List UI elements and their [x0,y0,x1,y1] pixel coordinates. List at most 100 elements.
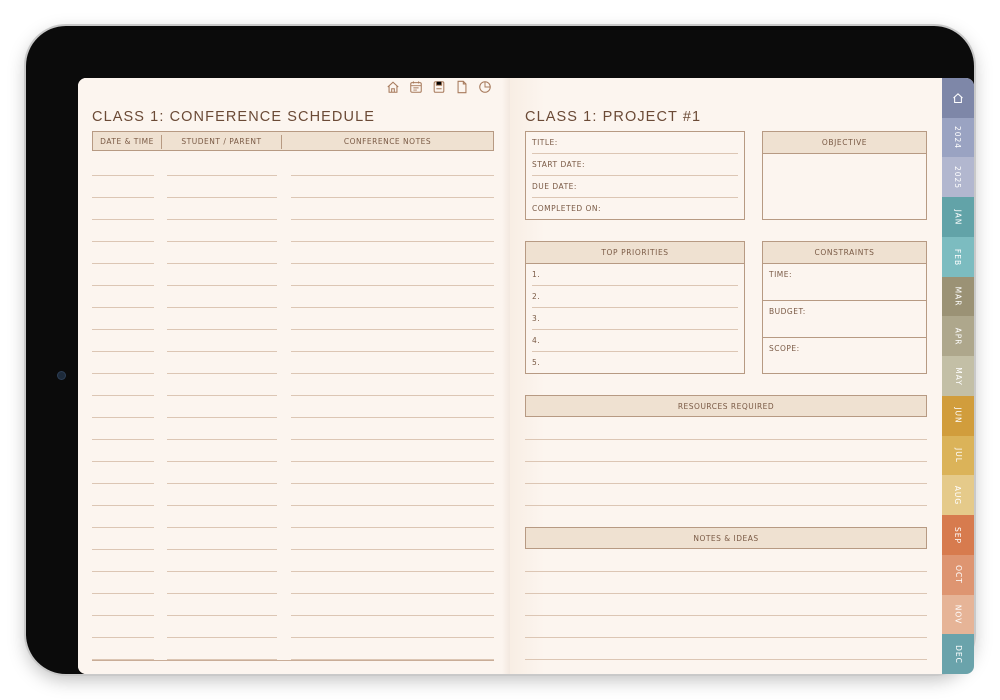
constraint-divider [763,300,926,301]
schedule-line [291,263,494,264]
field-completed-label: COMPLETED ON: [532,204,602,213]
resources-label: RESOURCES REQUIRED [677,402,775,411]
clock-icon[interactable] [478,80,492,94]
schedule-line [291,307,494,308]
priorities-box[interactable]: TOP PRIORITIES 1. 2. 3. 4. 5. [525,241,745,374]
schedule-line [167,373,277,374]
field-line [532,329,738,330]
schedule-line [291,593,494,594]
writing-line [525,483,927,484]
schedule-line [92,351,154,352]
tab-mar[interactable]: MAR [942,276,974,317]
side-tabs: 2024 2025 JAN FEB MAR APR MAY JUN JUL AUG SEP OCT NO… [942,78,974,674]
schedule-line [92,615,154,616]
field-line [532,307,738,308]
resources-header: RESOURCES REQUIRED [525,395,927,417]
schedule-line [167,439,277,440]
schedule-line [92,241,154,242]
constraint-scope-label: SCOPE: [769,344,800,353]
tab-dec[interactable]: DEC [942,634,974,674]
schedule-line [291,329,494,330]
schedule-line [291,549,494,550]
schedule-line [291,351,494,352]
priority-item-1: 1. [532,270,541,279]
field-line [532,285,738,286]
schedule-line [291,571,494,572]
writing-line [525,593,927,594]
writing-line [525,659,927,660]
tab-may[interactable]: MAY [942,356,974,397]
project-info-box[interactable]: TITLE: START DATE: DUE DATE: COMPLETED O… [525,131,745,220]
tab-feb[interactable]: FEB [942,236,974,278]
tab-label: OCT [953,565,963,585]
writing-line [525,571,927,572]
schedule-line [291,483,494,484]
schedule-line [167,483,277,484]
notes-header: NOTES & IDEAS [525,527,927,549]
column-header-date: DATE & TIME [100,137,154,146]
schedule-line [291,417,494,418]
schedule-line [167,351,277,352]
schedule-line [92,219,154,220]
schedule-line [92,593,154,594]
home-icon [953,93,963,104]
tab-label: NOV [953,604,963,625]
field-start-date-label: START DATE: [532,160,586,169]
camera [58,372,65,379]
tab-apr[interactable]: APR [942,316,974,357]
writing-line [525,505,927,506]
tab-2025[interactable]: 2025 [942,157,974,198]
page-title: CLASS 1: CONFERENCE SCHEDULE [92,109,375,125]
schedule-line [291,439,494,440]
schedule-line [291,615,494,616]
save-icon[interactable] [432,80,446,94]
tab-nov[interactable]: NOV [942,594,974,635]
schedule-line [167,549,277,550]
right-page: CLASS 1: PROJECT #1 TITLE: START DATE: D… [510,78,942,674]
tab-jul[interactable]: JUL [942,435,974,476]
constraints-header: CONSTRAINTS [763,242,926,264]
schedule-line [291,637,494,638]
schedule-line [92,373,154,374]
objective-box[interactable]: OBJECTIVE [762,131,927,220]
tab-label: MAR [953,286,963,307]
schedule-line [167,527,277,528]
tab-jun[interactable]: JUN [942,395,974,437]
priority-item-4: 4. [532,336,541,345]
tab-jan[interactable]: JAN [942,197,974,238]
left-page: CLASS 1: CONFERENCE SCHEDULE DATE & TIME… [78,78,510,674]
schedule-line [291,461,494,462]
column-header-notes: CONFERENCE NOTES [343,137,432,146]
tab-label: SEP [953,526,963,544]
constraint-time-label: TIME: [769,270,793,279]
tablet-frame: CLASS 1: CONFERENCE SCHEDULE DATE & TIME… [26,26,974,674]
schedule-line [167,505,277,506]
tab-aug[interactable]: AUG [942,475,974,516]
tab-sep[interactable]: SEP [942,515,974,556]
tab-oct[interactable]: OCT [942,554,974,596]
schedule-line [167,263,277,264]
priority-item-3: 3. [532,314,541,323]
tab-label: MAY [953,366,963,386]
schedule-line [92,571,154,572]
schedule-line [92,263,154,264]
schedule-line [291,175,494,176]
constraints-box[interactable]: CONSTRAINTS TIME: BUDGET: SCOPE: [762,241,927,374]
writing-line [525,637,927,638]
notes-label: NOTES & IDEAS [693,534,759,543]
schedule-line [92,329,154,330]
page-icon[interactable] [455,80,469,94]
calendar-icon[interactable] [409,80,423,94]
schedule-line [167,615,277,616]
schedule-line [92,549,154,550]
field-line [532,175,738,176]
tab-2024[interactable]: 2024 [942,117,974,158]
schedule-line [167,175,277,176]
home-icon[interactable] [386,80,400,94]
field-line [532,351,738,352]
writing-line [525,461,927,462]
tab-home[interactable] [942,78,974,119]
schedule-line [167,637,277,638]
schedule-line [167,307,277,308]
schedule-line [167,395,277,396]
